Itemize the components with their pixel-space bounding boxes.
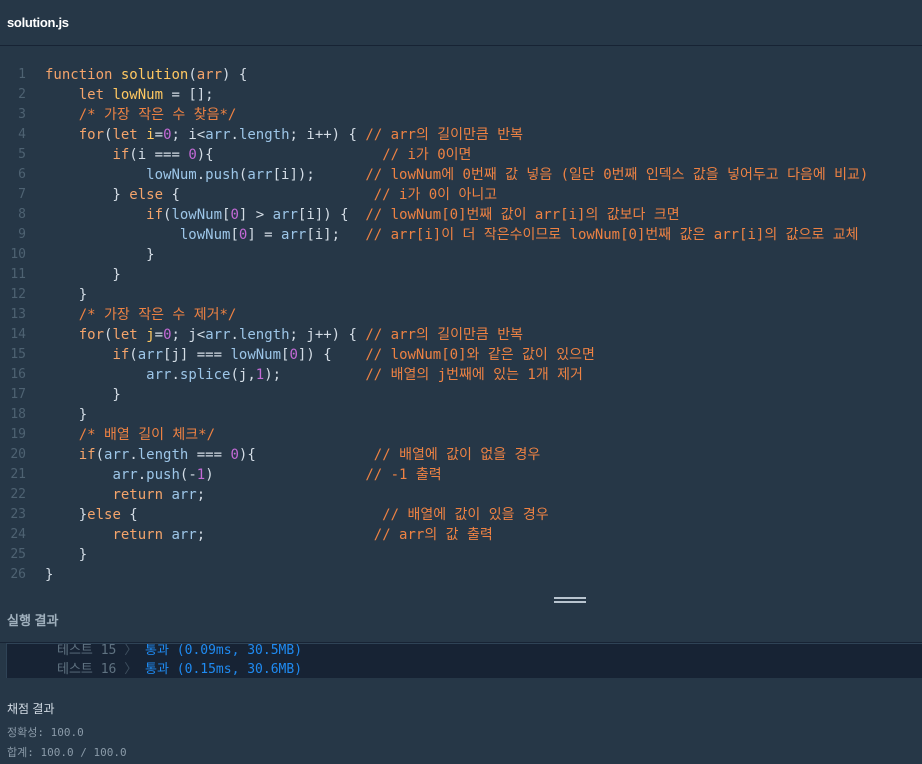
line-number: 21 — [10, 467, 26, 482]
code-line: 4 for(let i=0; i<arr.length; i++) { // a… — [0, 125, 922, 145]
line-number: 10 — [10, 247, 26, 262]
line-number: 24 — [10, 527, 26, 542]
test-result-row: 테스트 15 〉 통과 (0.09ms, 30.5MB) — [57, 643, 303, 658]
code-line: 5 if(i === 0){ // i가 0이면 — [0, 145, 922, 165]
code-line: 6 lowNum.push(arr[i]); // lowNum에 0번째 값 … — [0, 165, 922, 185]
file-name-tab[interactable]: solution.js — [7, 15, 69, 30]
line-number: 13 — [10, 307, 26, 322]
code-line: 24 return arr; // arr의 값 출력 — [0, 525, 922, 545]
line-number: 3 — [18, 107, 26, 122]
code-line: 21 arr.push(-1) // -1 출력 — [0, 465, 922, 485]
accuracy-score: 정확성: 100.0 — [7, 726, 84, 739]
code-line: 20 if(arr.length === 0){ // 배열에 값이 없을 경우 — [0, 445, 922, 465]
test-result-row: 테스트 16 〉 통과 (0.15ms, 30.6MB) — [57, 662, 303, 677]
test-results-list[interactable]: 테스트 15 〉 통과 (0.09ms, 30.5MB) 테스트 16 〉 통과… — [6, 643, 922, 680]
line-number: 4 — [18, 127, 26, 142]
code-line: 14 for(let j=0; j<arr.length; j++) { // … — [0, 325, 922, 345]
code-line: 10 } — [0, 245, 922, 265]
line-number: 14 — [10, 327, 26, 342]
code-line: 16 arr.splice(j,1); // 배열의 j번째에 있는 1개 제거 — [0, 365, 922, 385]
code-line: 23 }else { // 배열에 값이 있을 경우 — [0, 505, 922, 525]
code-line: 17 } — [0, 385, 922, 405]
code-line: 15 if(arr[j] === lowNum[0]) { // lowNum[… — [0, 345, 922, 365]
code-line: 11 } — [0, 265, 922, 285]
line-number: 11 — [10, 267, 26, 282]
line-number: 6 — [18, 167, 26, 182]
line-number: 26 — [10, 567, 26, 582]
line-number: 16 — [10, 367, 26, 382]
line-number: 12 — [10, 287, 26, 302]
code-line: 22 return arr; — [0, 485, 922, 505]
code-line: 12 } — [0, 285, 922, 305]
line-number: 20 — [10, 447, 26, 462]
code-line: 2 let lowNum = []; — [0, 85, 922, 105]
line-number: 25 — [10, 547, 26, 562]
line-number: 18 — [10, 407, 26, 422]
line-number: 15 — [10, 347, 26, 362]
code-line: 19 /* 배열 길이 체크*/ — [0, 425, 922, 445]
code-line: 9 lowNum[0] = arr[i]; // arr[i]이 더 작은수이므… — [0, 225, 922, 245]
code-line: 25 } — [0, 545, 922, 565]
code-line: 8 if(lowNum[0] > arr[i]) { // lowNum[0]번… — [0, 205, 922, 225]
editor-header: solution.js — [0, 0, 922, 46]
grading-title: 채점 결과 — [7, 702, 55, 716]
line-number: 23 — [10, 507, 26, 522]
line-number: 9 — [18, 227, 26, 242]
code-line: 3 /* 가장 작은 수 찾음*/ — [0, 105, 922, 125]
line-number: 1 — [18, 67, 26, 82]
pass-status: 통과 (0.09ms, 30.5MB) — [145, 643, 303, 658]
code-lines: 1 function solution(arr) { 2 let lowNum =… — [0, 65, 922, 585]
resize-handle-icon[interactable] — [554, 597, 586, 606]
grading-results: 채점 결과 정확성: 100.0 합계: 100.0 / 100.0 — [0, 678, 922, 764]
code-editor[interactable]: 1 function solution(arr) { 2 let lowNum =… — [0, 46, 922, 594]
code-line: 13 /* 가장 작은 수 제거*/ — [0, 305, 922, 325]
line-number: 19 — [10, 427, 26, 442]
pass-status: 통과 (0.15ms, 30.6MB) — [145, 662, 303, 677]
code-line: 7 } else { // i가 0이 아니고 — [0, 185, 922, 205]
code-line: 1 function solution(arr) { — [0, 65, 922, 85]
line-number: 5 — [18, 147, 26, 162]
code-line: 26} — [0, 565, 922, 585]
total-score: 합계: 100.0 / 100.0 — [7, 746, 127, 759]
line-number: 8 — [18, 207, 26, 222]
line-number: 17 — [10, 387, 26, 402]
result-panel-header: 실행 결과 — [0, 594, 922, 643]
result-panel-title: 실행 결과 — [7, 613, 59, 628]
line-number: 22 — [10, 487, 26, 502]
line-number: 7 — [18, 187, 26, 202]
code-line: 18 } — [0, 405, 922, 425]
line-number: 2 — [18, 87, 26, 102]
